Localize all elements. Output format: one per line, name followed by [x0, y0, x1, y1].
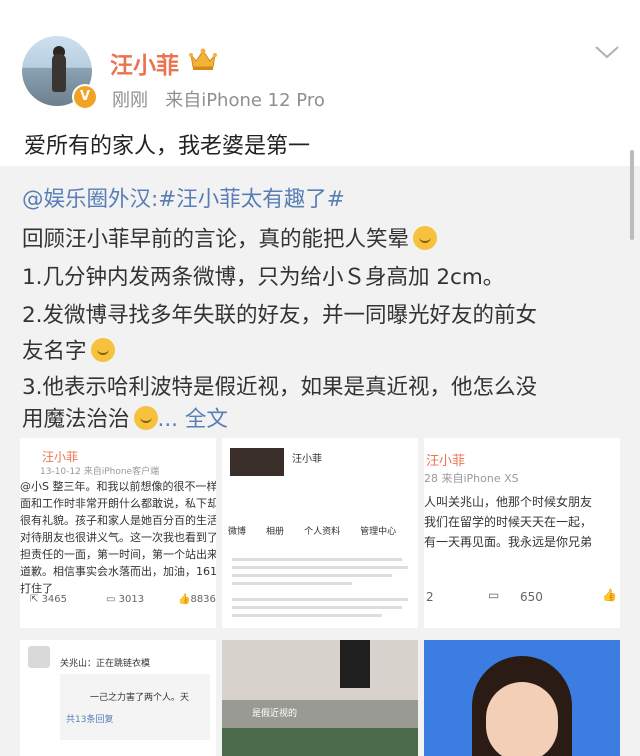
thumb-cover [230, 448, 284, 476]
post-time: 刚刚 [112, 90, 148, 111]
thumb-meta: 13-10-12 来自iPhone客户端 [40, 467, 160, 477]
thumb-line: 一己之力害了两个人。天 [90, 693, 190, 703]
post-text: 爱所有的家人，我老婆是第一 [24, 134, 311, 159]
dog-emoji-icon [413, 226, 438, 250]
dog-emoji-icon [90, 338, 115, 362]
thumb-repost-count: 2 [426, 590, 434, 604]
thumb-text-line [232, 606, 402, 609]
verified-badge-icon: V [72, 84, 98, 110]
thumb-line: 担责任的一面，第一时间，第一个站出来 [20, 548, 216, 561]
thumb-face [486, 682, 558, 756]
repost-image-1[interactable]: 汪小菲 13-10-12 来自iPhone客户端 @小S 整三年。和我以前想像的… [20, 438, 216, 628]
repost-line-5: 友名字 [22, 334, 115, 365]
thumb-text-line [232, 574, 392, 577]
avatar-person [52, 54, 66, 92]
thumb-username: 汪小菲 [42, 450, 79, 464]
repost-line-7: 用魔法治治 ... 全文 [22, 402, 228, 433]
thumb-line: 我们在留学的时候天天在一起， [424, 515, 593, 529]
repost-image-3[interactable]: 汪小菲 28 来自iPhone XS 人叫关兆山，他那个时候女朋友 我们在留学的… [424, 438, 620, 628]
thumb-text-line [232, 598, 408, 601]
thumb-reply-box [60, 674, 210, 740]
thumb-like-count: 👍8836 [178, 594, 216, 605]
post-header: V 汪小菲 刚刚 来自iPhone 12 Pro [0, 0, 640, 118]
repost-text: 回顾汪小菲早前的言论，真的能把人笑晕 [22, 227, 410, 252]
thumb-tabs: 微博 相册 个人资料 管理中心 [228, 524, 414, 541]
repost-image-2[interactable]: 汪小菲 微博 相册 个人资料 管理中心 [222, 438, 418, 628]
thumb-comment-icon: ▭ [488, 588, 500, 602]
like-icon: 👍 [602, 588, 617, 602]
thumb-tab: 微博 [228, 527, 247, 537]
thumb-username: 汪小菲 [426, 454, 466, 469]
thumb-line: 道歉。相信事实会水落而出，加油，161 [20, 565, 216, 578]
thumb-text-line [232, 558, 402, 561]
thumb-line: 有一天再见面。我永远是你兄弟 [424, 535, 593, 549]
repost-image-5[interactable]: 是假近视的 [222, 640, 418, 756]
thumb-line: 关兆山：正在跳链衣模 [60, 659, 151, 669]
thumb-text-line [232, 614, 382, 617]
thumb-like-count: 650 [520, 590, 543, 604]
repost-text: 用魔法治治 [22, 407, 130, 432]
thumb-line: 人叫关兆山，他那个时候女朋友 [424, 495, 593, 509]
read-more-link[interactable]: ... 全文 [158, 407, 228, 432]
repost-line-3: 1.几分钟内发两条微博，只为给小Ｓ身高加 2cm。 [22, 265, 505, 290]
thumb-line: 对待朋友也很讲义气。这一次我也看到了 [20, 531, 216, 544]
thumb-line: 共13条回复 [66, 715, 114, 725]
chevron-down-icon[interactable] [594, 44, 620, 60]
post-source: 来自iPhone 12 Pro [165, 90, 325, 111]
thumb-username: 汪小菲 [292, 454, 322, 465]
thumb-line: 很有礼貌。孩子和家人是她百分百的生活 [20, 514, 216, 527]
repost-author-link[interactable]: @娱乐圈外汉:#汪小菲太有趣了# [22, 187, 345, 212]
thumb-repost-count: ⇱ 3465 [30, 594, 68, 605]
repost-line-4: 2.发微博寻找多年失联的好友，并一同曝光好友的前女 [22, 303, 538, 328]
thumb-text-line [232, 566, 408, 569]
crown-icon [189, 48, 217, 70]
thumb-body: 人叫关兆山，他那个时候女朋友 我们在留学的时候天天在一起， 有一天再见面。我永远… [424, 492, 592, 552]
username[interactable]: 汪小菲 [110, 46, 179, 80]
repost-line-2: 回顾汪小菲早前的言论，真的能把人笑晕 [22, 222, 438, 253]
thumb-line: 面和工作时非常开朗什么都敢说，私下却 [20, 497, 216, 510]
thumb-line: @小S 整三年。和我以前想像的很不一样： [20, 480, 216, 493]
thumb-figure [340, 640, 370, 688]
thumb-floor [222, 728, 418, 756]
post-meta: 刚刚 来自iPhone 12 Pro [112, 86, 325, 112]
thumb-tab: 个人资料 [304, 527, 341, 537]
avatar [28, 646, 50, 668]
thumb-wall [222, 640, 418, 700]
repost-image-4[interactable]: 关兆山：正在跳链衣模 一己之力害了两个人。天 共13条回复 [20, 640, 216, 756]
laugh-emoji-icon [133, 406, 158, 430]
repost-line-1: @娱乐圈外汉:#汪小菲太有趣了# [22, 182, 345, 213]
repost-image-6[interactable] [424, 640, 620, 756]
thumb-text-line [232, 582, 352, 585]
scrollbar[interactable] [630, 150, 634, 240]
thumb-tab: 管理中心 [360, 527, 397, 537]
thumb-comment-count: ▭ 3013 [106, 594, 145, 605]
repost-text: 友名字 [22, 339, 87, 364]
repost-line-6: 3.他表示哈利波特是假近视，如果是真近视，他怎么没 [22, 375, 538, 400]
thumb-body: @小S 整三年。和我以前想像的很不一样： 面和工作时非常开朗什么都敢说，私下却 … [20, 478, 216, 597]
thumb-tab: 相册 [266, 527, 285, 537]
thumb-meta: 28 来自iPhone XS [424, 472, 519, 485]
thumb-caption: 是假近视的 [252, 709, 298, 719]
